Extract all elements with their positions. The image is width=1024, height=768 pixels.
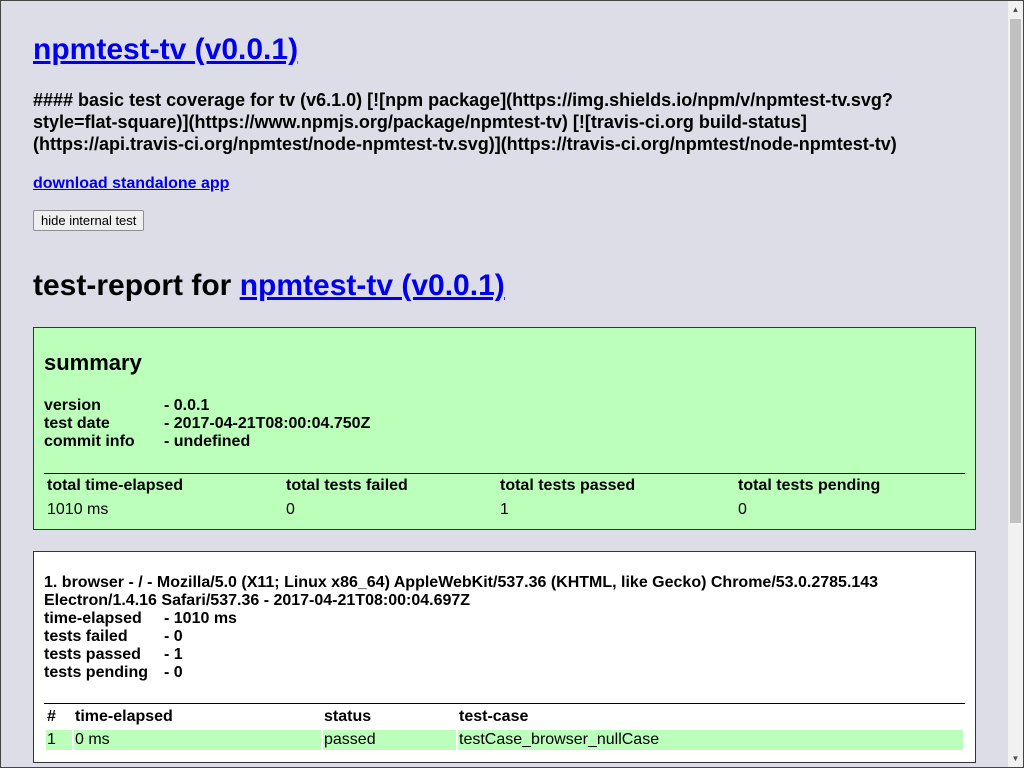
summary-value: - 2017-04-21T08:00:04.750Z <box>164 415 371 432</box>
summary-key: version <box>44 397 101 414</box>
browser-report-info: time-elapsed - 1010 ms tests failed - 0 … <box>44 610 237 682</box>
browser-value: - 0 <box>164 628 183 645</box>
browser-value: - 1010 ms <box>164 610 237 627</box>
browser-row-tests-failed: tests failed - 0 <box>44 628 237 646</box>
browser-row-tests-pending: tests pending - 0 <box>44 664 237 682</box>
summary-key: commit info <box>44 433 135 450</box>
summary-panel: summary version - 0.0.1 test date - 2017… <box>33 327 976 530</box>
browser-row-time-elapsed: time-elapsed - 1010 ms <box>44 610 237 628</box>
table-cell: 1 <box>500 501 509 518</box>
browser-report-heading: 1. browser - / - Mozilla/5.0 (X11; Linux… <box>44 574 879 609</box>
table-row: 1 0 ms passed testCase_browser_nullCase <box>46 730 963 750</box>
report-title-link[interactable]: npmtest-tv (v0.0.1) <box>240 269 505 302</box>
summary-heading: summary <box>44 350 142 375</box>
test-case-header-row: # time-elapsed status test-case <box>46 706 963 728</box>
column-header: total tests pending <box>738 477 881 494</box>
column-header: total tests failed <box>286 477 408 494</box>
hide-internal-test-button[interactable]: hide internal test <box>33 210 145 231</box>
browser-key: tests passed <box>44 646 141 663</box>
summary-totals-header-row: total time-elapsed total tests failed to… <box>44 474 965 498</box>
browser-key: tests failed <box>44 628 128 645</box>
column-header: status <box>324 708 372 725</box>
browser-value: - 0 <box>164 664 183 681</box>
browser-row-tests-passed: tests passed - 1 <box>44 646 237 664</box>
test-case-table: # time-elapsed status test-case 1 0 ms p… <box>44 703 965 752</box>
download-standalone-link[interactable]: download standalone app <box>33 175 229 193</box>
table-cell: 1010 ms <box>47 501 109 518</box>
table-cell: 0 ms <box>74 730 321 750</box>
report-title: test-report for npmtest-tv (v0.0.1) <box>33 268 505 304</box>
table-cell: passed <box>323 730 456 750</box>
title-link[interactable]: npmtest-tv (v0.0.1) <box>33 33 298 66</box>
column-header: # <box>47 708 56 725</box>
scroll-down-arrow-icon[interactable]: ▼ <box>1008 750 1023 767</box>
package-description: #### basic test coverage for tv (v6.1.0)… <box>33 90 897 154</box>
column-header: time-elapsed <box>75 708 173 725</box>
summary-row-version: version - 0.0.1 <box>44 397 370 415</box>
column-header: total tests passed <box>500 477 636 494</box>
scrollbar-thumb[interactable] <box>1010 19 1021 523</box>
summary-totals-table: total time-elapsed total tests failed to… <box>44 473 965 521</box>
browser-value: - 1 <box>164 646 183 663</box>
column-header: test-case <box>459 708 529 725</box>
table-cell: testCase_browser_nullCase <box>458 730 963 750</box>
summary-totals-value-row: 1010 ms 0 1 0 <box>44 497 965 521</box>
page-title: npmtest-tv (v0.0.1) <box>33 32 298 68</box>
table-cell: 0 <box>286 501 295 518</box>
summary-key: test date <box>44 415 110 432</box>
vertical-scrollbar[interactable]: ▲ ▼ <box>1008 1 1023 767</box>
summary-value: - 0.0.1 <box>164 397 210 414</box>
column-header: total time-elapsed <box>47 477 184 494</box>
browser-key: time-elapsed <box>44 610 142 627</box>
summary-row-test-date: test date - 2017-04-21T08:00:04.750Z <box>44 415 370 433</box>
browser-key: tests pending <box>44 664 149 681</box>
report-title-prefix: test-report for <box>33 269 240 302</box>
table-cell: 1 <box>46 730 72 750</box>
summary-info: version - 0.0.1 test date - 2017-04-21T0… <box>44 397 370 451</box>
table-cell: 0 <box>738 501 747 518</box>
scroll-up-arrow-icon[interactable]: ▲ <box>1008 1 1023 18</box>
summary-row-commit-info: commit info - undefined <box>44 433 370 451</box>
browser-report-panel: 1. browser - / - Mozilla/5.0 (X11; Linux… <box>33 551 976 763</box>
summary-value: - undefined <box>164 433 251 450</box>
